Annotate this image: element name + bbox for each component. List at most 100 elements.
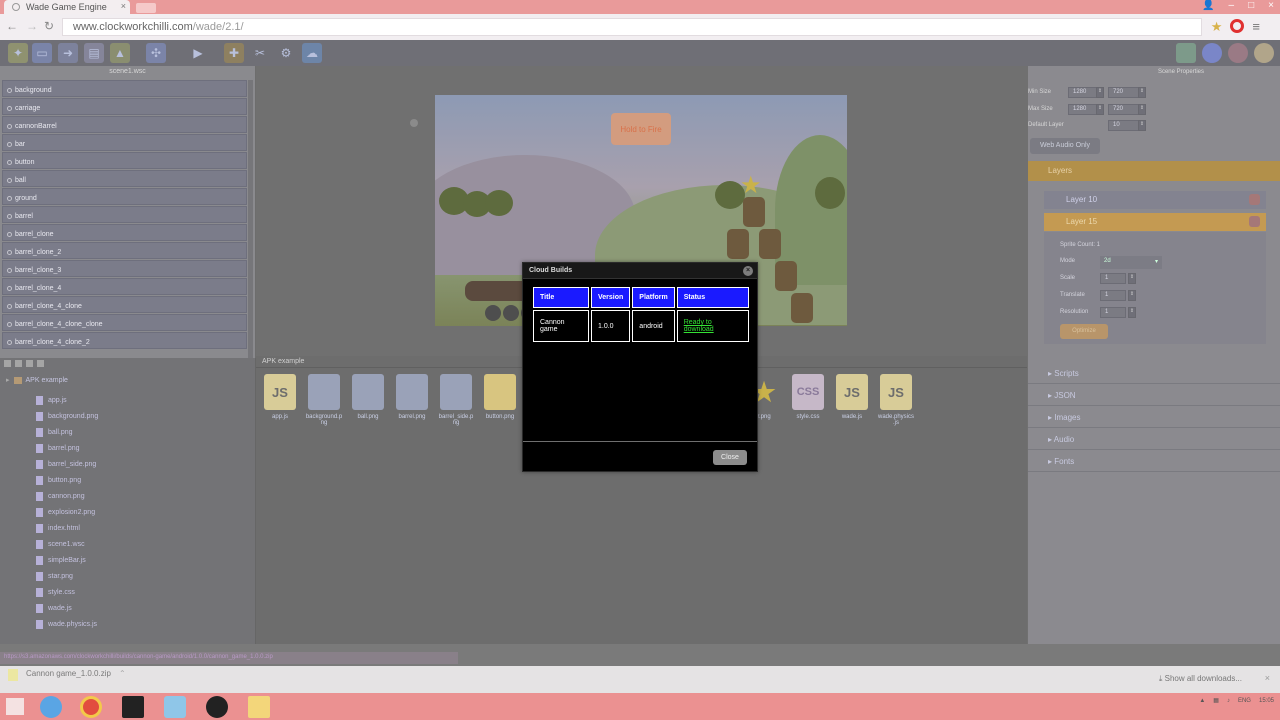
new-scene-icon[interactable]: ✦ (8, 43, 28, 63)
default-layer-stepper[interactable]: ⇕ (1138, 120, 1146, 131)
new-file-icon[interactable] (4, 360, 11, 367)
min-height-input[interactable]: 720 (1108, 87, 1142, 98)
downloads-close-icon[interactable]: × (1265, 673, 1270, 683)
mode-select[interactable]: 2d ▾ (1100, 256, 1162, 269)
tray-up-icon[interactable]: ▲ (1199, 698, 1205, 704)
asset-item[interactable]: barrel.png (392, 374, 432, 420)
rename-icon[interactable] (26, 360, 33, 367)
object-visibility-icon[interactable] (7, 339, 12, 345)
list-item[interactable]: wade.physics.js (36, 616, 98, 632)
help-icon[interactable] (1202, 43, 1222, 63)
list-item[interactable]: barrel_clone_4_clone_clone (2, 314, 247, 331)
translate-stepper[interactable]: ⇕ (1128, 290, 1136, 301)
list-item[interactable]: explosion2.png (36, 504, 98, 520)
list-item[interactable]: star.png (36, 568, 98, 584)
file-explorer-icon[interactable] (248, 696, 270, 718)
layer-10-item[interactable]: Layer 10 (1044, 191, 1266, 209)
layers-section-header[interactable]: Layers (1028, 161, 1280, 181)
open-folder-icon[interactable]: ▭ (32, 43, 52, 63)
section-scripts[interactable]: ▸ Scripts (1028, 364, 1280, 384)
section-fonts[interactable]: ▸ Fonts (1028, 452, 1280, 472)
object-visibility-icon[interactable] (7, 123, 12, 129)
max-height-input[interactable]: 720 (1108, 104, 1142, 115)
section-images[interactable]: ▸ Images (1028, 408, 1280, 428)
list-item[interactable]: simpleBar.js (36, 552, 98, 568)
max-height-stepper[interactable]: ⇕ (1138, 104, 1146, 115)
profile-icon[interactable] (1228, 43, 1248, 63)
object-visibility-icon[interactable] (7, 213, 12, 219)
list-item[interactable]: barrel_clone_4_clone_2 (2, 332, 247, 349)
minimize-icon[interactable]: – (1229, 0, 1235, 11)
language-indicator[interactable]: ENG (1238, 698, 1251, 704)
import-icon[interactable]: ➜ (58, 43, 78, 63)
list-item[interactable]: index.html (36, 520, 98, 536)
asset-item[interactable]: JS wade.physics .js (876, 374, 916, 426)
add-object-icon[interactable]: ✚ (224, 43, 244, 63)
maximize-icon[interactable]: □ (1248, 0, 1254, 11)
list-item[interactable]: barrel (2, 206, 247, 223)
max-width-stepper[interactable]: ⇕ (1096, 104, 1104, 115)
network-icon[interactable]: ▦ (1213, 697, 1219, 704)
list-item[interactable]: ball (2, 170, 247, 187)
terminal-icon[interactable] (122, 696, 144, 718)
object-visibility-icon[interactable] (7, 105, 12, 111)
min-width-stepper[interactable]: ⇕ (1096, 87, 1104, 98)
min-height-stepper[interactable]: ⇕ (1138, 87, 1146, 98)
delete-icon[interactable] (37, 360, 44, 367)
build-icon[interactable]: ✣ (146, 43, 166, 63)
list-item[interactable]: ground (2, 188, 247, 205)
optimize-button[interactable]: Optimize (1060, 324, 1108, 339)
ready-to-download-link[interactable]: Ready to download (684, 319, 714, 333)
tools-icon[interactable]: ✂ (250, 43, 270, 63)
chrome-icon[interactable] (80, 696, 102, 718)
list-item[interactable]: bar (2, 134, 247, 151)
list-item[interactable]: barrel.png (36, 440, 98, 456)
scale-stepper[interactable]: ⇕ (1128, 273, 1136, 284)
back-icon[interactable]: ← (6, 19, 18, 33)
asset-item[interactable]: JS wade.js (832, 374, 872, 420)
object-visibility-icon[interactable] (7, 303, 12, 309)
close-button[interactable]: Close (713, 450, 747, 465)
list-item[interactable]: carriage (2, 98, 247, 115)
scale-input[interactable]: 1 (1100, 273, 1126, 284)
new-folder-icon[interactable] (15, 360, 22, 367)
list-item[interactable]: barrel_side.png (36, 456, 98, 472)
section-json[interactable]: ▸ JSON (1028, 386, 1280, 406)
app-icon[interactable] (164, 696, 186, 718)
windows-start-icon[interactable] (6, 698, 24, 715)
ie-icon[interactable] (40, 696, 62, 718)
list-item[interactable]: background (2, 80, 247, 97)
section-audio[interactable]: ▸ Audio (1028, 430, 1280, 450)
asset-item[interactable]: background.p ng (304, 374, 344, 426)
list-item[interactable]: ball.png (36, 424, 98, 440)
play-icon[interactable]: ▶ (188, 43, 208, 63)
list-item[interactable]: barrel_clone_4 (2, 278, 247, 295)
delete-layer-icon[interactable] (1249, 194, 1260, 205)
resolution-stepper[interactable]: ⇕ (1128, 307, 1136, 318)
object-visibility-icon[interactable] (7, 159, 12, 165)
scene-list-scrollbar[interactable] (248, 80, 253, 366)
user-icon[interactable]: 👤 (1202, 0, 1214, 11)
download-item[interactable]: Cannon game_1.0.0.zip ⌃ (8, 669, 126, 681)
download-menu-chevron-icon[interactable]: ⌃ (119, 669, 126, 681)
list-item[interactable]: background.png (36, 408, 98, 424)
asset-item[interactable]: barrel_side.p ng (436, 374, 476, 426)
object-visibility-icon[interactable] (7, 177, 12, 183)
volume-icon[interactable]: ♪ (1227, 698, 1230, 704)
window-close-icon[interactable]: × (1268, 0, 1274, 11)
reload-icon[interactable]: ↻ (44, 19, 54, 33)
new-tab-button[interactable] (136, 3, 156, 13)
web-audio-only-button[interactable]: Web Audio Only (1030, 138, 1100, 154)
list-item[interactable]: app.js (36, 392, 98, 408)
list-item[interactable]: barrel_clone (2, 224, 247, 241)
asset-item[interactable]: ball.png (348, 374, 388, 420)
bookmark-star-icon[interactable]: ★ (1211, 19, 1223, 35)
settings-gear-icon[interactable]: ⚙ (276, 43, 296, 63)
list-item[interactable]: scene1.wsc (36, 536, 98, 552)
list-item[interactable]: barrel_clone_4_clone (2, 296, 247, 313)
layer-15-item[interactable]: Layer 15 (1044, 213, 1266, 231)
url-input[interactable]: www.clockworkchilli.com/wade/2.1/ (62, 18, 1202, 36)
menu-icon[interactable]: ≡ (1252, 19, 1260, 35)
list-item[interactable]: wade.js (36, 600, 98, 616)
object-visibility-icon[interactable] (7, 267, 12, 273)
